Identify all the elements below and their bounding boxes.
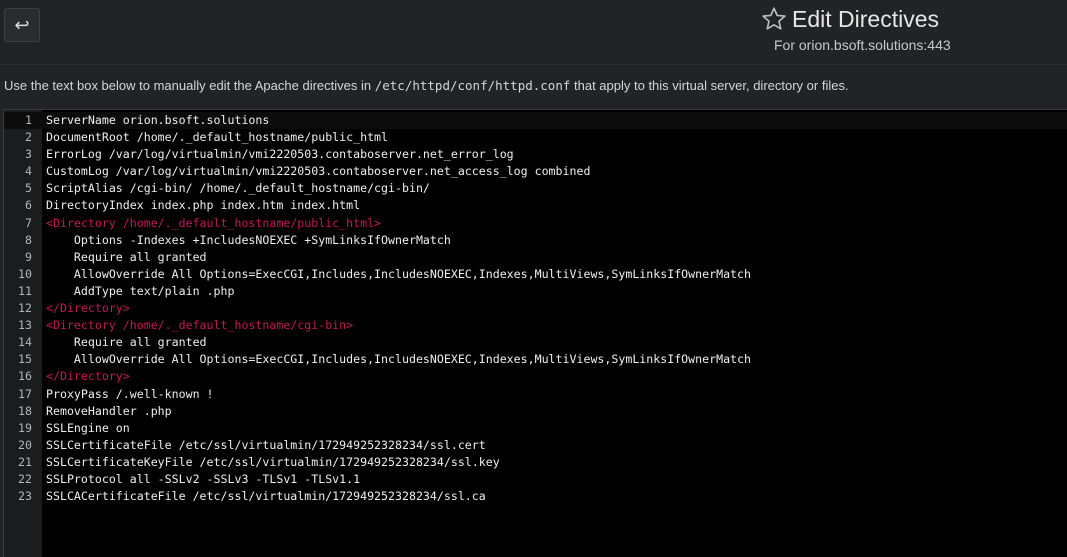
code-line-text[interactable]: DocumentRoot /home/._default_hostname/pu… bbox=[46, 129, 388, 146]
code-line[interactable]: 18 RemoveHandler .php bbox=[4, 403, 1067, 420]
code-line[interactable]: 19 SSLEngine on bbox=[4, 420, 1067, 437]
code-line-text[interactable]: SSLProtocol all -SSLv2 -SSLv3 -TLSv1 -TL… bbox=[46, 471, 360, 488]
code-line[interactable]: 15 AllowOverride All Options=ExecCGI,Inc… bbox=[4, 351, 1067, 368]
code-line[interactable]: 7 <Directory /home/._default_hostname/pub… bbox=[4, 215, 1067, 232]
page-header: ↩ Edit Directives For orion.bsoft.soluti… bbox=[0, 0, 1067, 65]
line-number: 2 bbox=[25, 130, 32, 145]
page-subtitle: For orion.bsoft.solutions:443 bbox=[774, 37, 951, 53]
code-line-directory-tag[interactable]: </Directory> bbox=[46, 300, 130, 317]
line-number: 13 bbox=[18, 318, 32, 333]
line-number: 15 bbox=[18, 352, 32, 367]
description-after: that apply to this virtual server, direc… bbox=[570, 78, 849, 93]
line-number: 21 bbox=[18, 454, 32, 469]
code-line-text[interactable]: SSLEngine on bbox=[46, 420, 130, 437]
code-line[interactable]: 13 <Directory /home/._default_hostname/cg… bbox=[4, 317, 1067, 334]
line-number: 12 bbox=[18, 301, 32, 316]
line-number: 1 bbox=[25, 113, 32, 127]
code-line-directory-tag[interactable]: </Directory> bbox=[46, 368, 130, 385]
code-line-text[interactable]: SSLCertificateFile /etc/ssl/virtualmin/1… bbox=[46, 437, 486, 454]
code-line-text[interactable]: ErrorLog /var/log/virtualmin/vmi2220503.… bbox=[46, 146, 514, 163]
code-line-text[interactable]: SSLCACertificateFile /etc/ssl/virtualmin… bbox=[46, 488, 486, 505]
code-line[interactable]: 9 Require all granted bbox=[4, 249, 1067, 266]
line-number: 6 bbox=[25, 198, 32, 213]
code-line[interactable]: 6 DirectoryIndex index.php index.htm inde… bbox=[4, 197, 1067, 214]
line-number: 4 bbox=[25, 164, 32, 179]
line-number: 3 bbox=[25, 147, 32, 162]
code-line[interactable]: 17 ProxyPass /.well-known ! bbox=[4, 386, 1067, 403]
code-line[interactable]: 4 CustomLog /var/log/virtualmin/vmi222050… bbox=[4, 163, 1067, 180]
description-text: Use the text box below to manually edit … bbox=[4, 77, 849, 95]
line-number: 16 bbox=[18, 369, 32, 384]
line-number: 18 bbox=[18, 403, 32, 418]
back-button[interactable]: ↩ bbox=[4, 8, 40, 42]
config-file-path: /etc/httpd/conf/httpd.conf bbox=[374, 78, 571, 93]
code-line-text[interactable]: AllowOverride All Options=ExecCGI,Includ… bbox=[46, 266, 751, 283]
star-icon[interactable] bbox=[760, 5, 788, 33]
code-line[interactable]: 2 DocumentRoot /home/._default_hostname/p… bbox=[4, 129, 1067, 146]
code-line-text[interactable]: RemoveHandler .php bbox=[46, 403, 172, 420]
title-group: Edit Directives bbox=[760, 4, 939, 34]
code-line-text[interactable]: Require all granted bbox=[46, 249, 207, 266]
editor-lines[interactable]: 1 ServerName orion.bsoft.solutions 2 Docume… bbox=[4, 112, 1067, 505]
line-number: 22 bbox=[18, 471, 32, 486]
code-line-text[interactable]: Options -Indexes +IncludesNOEXEC +SymLin… bbox=[46, 232, 451, 249]
line-number: 5 bbox=[25, 181, 32, 196]
line-number: 20 bbox=[18, 437, 32, 452]
line-number: 23 bbox=[18, 489, 32, 504]
line-number: 11 bbox=[18, 283, 32, 298]
line-number: 9 bbox=[25, 249, 32, 264]
directives-editor[interactable]: 1 ServerName orion.bsoft.solutions 2 Docume… bbox=[3, 109, 1067, 557]
code-line-directory-tag[interactable]: <Directory /home/._default_hostname/publ… bbox=[46, 215, 381, 232]
code-line[interactable]: 16 </Directory> bbox=[4, 368, 1067, 385]
code-line[interactable]: 3 ErrorLog /var/log/virtualmin/vmi2220503… bbox=[4, 146, 1067, 163]
line-number: 10 bbox=[18, 266, 32, 281]
code-line-text[interactable]: AddType text/plain .php bbox=[46, 283, 235, 300]
code-line[interactable]: 8 Options -Indexes +IncludesNOEXEC +SymL… bbox=[4, 232, 1067, 249]
code-line[interactable]: 23 SSLCACertificateFile /etc/ssl/virtualm… bbox=[4, 488, 1067, 505]
code-line-text[interactable]: ProxyPass /.well-known ! bbox=[46, 386, 214, 403]
code-line-text[interactable]: ScriptAlias /cgi-bin/ /home/._default_ho… bbox=[46, 180, 430, 197]
code-line-text[interactable]: DirectoryIndex index.php index.htm index… bbox=[46, 197, 360, 214]
code-line-directory-tag[interactable]: <Directory /home/._default_hostname/cgi-… bbox=[46, 317, 353, 334]
code-line[interactable]: 10 AllowOverride All Options=ExecCGI,Inc… bbox=[4, 266, 1067, 283]
return-arrow-icon: ↩ bbox=[14, 14, 30, 35]
code-line-text[interactable]: ServerName orion.bsoft.solutions bbox=[46, 112, 269, 129]
code-line[interactable]: 22 SSLProtocol all -SSLv2 -SSLv3 -TLSv1 -… bbox=[4, 471, 1067, 488]
page-title: Edit Directives bbox=[792, 5, 939, 32]
code-line[interactable]: 11 AddType text/plain .php bbox=[4, 283, 1067, 300]
code-line-text[interactable]: Require all granted bbox=[46, 334, 207, 351]
line-number: 7 bbox=[25, 215, 32, 230]
code-line-text[interactable]: AllowOverride All Options=ExecCGI,Includ… bbox=[46, 351, 751, 368]
code-line[interactable]: 1 ServerName orion.bsoft.solutions bbox=[4, 112, 1067, 130]
line-number: 17 bbox=[18, 386, 32, 401]
code-line[interactable]: 14 Require all granted bbox=[4, 334, 1067, 351]
code-line[interactable]: 20 SSLCertificateFile /etc/ssl/virtualmin… bbox=[4, 437, 1067, 454]
code-line[interactable]: 12 </Directory> bbox=[4, 300, 1067, 317]
code-line[interactable]: 5 ScriptAlias /cgi-bin/ /home/._default_h… bbox=[4, 180, 1067, 197]
line-number: 14 bbox=[18, 335, 32, 350]
code-line-text[interactable]: SSLCertificateKeyFile /etc/ssl/virtualmi… bbox=[46, 454, 500, 471]
code-line[interactable]: 21 SSLCertificateKeyFile /etc/ssl/virtual… bbox=[4, 454, 1067, 471]
description-before: Use the text box below to manually edit … bbox=[4, 78, 375, 93]
line-number: 8 bbox=[25, 232, 32, 247]
code-line-text[interactable]: CustomLog /var/log/virtualmin/vmi2220503… bbox=[46, 163, 590, 180]
line-number: 19 bbox=[18, 420, 32, 435]
